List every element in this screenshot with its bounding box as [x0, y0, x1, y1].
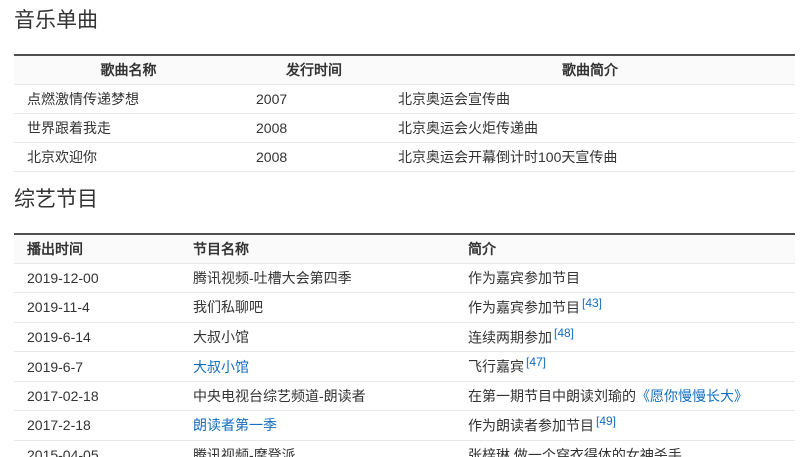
cell-intro: 在第一期节目中朗读刘瑜的《愿你慢慢长大》 — [455, 381, 795, 410]
column-header-intro: 简介 — [455, 234, 795, 264]
cell-air-date: 2017-2-18 — [14, 410, 180, 440]
cell-release-date: 2008 — [243, 143, 385, 172]
cell-program-name: 大叔小馆 — [180, 352, 455, 382]
music-singles-section: 音乐单曲 歌曲名称 发行时间 歌曲简介 点燃激情传递梦想 2007 北京奥运会宣… — [14, 9, 795, 172]
table-row: 2015-04-05 腾讯视频-摩登派 张梓琳 做一个穿衣得体的女神杀手 — [14, 440, 795, 457]
cell-program-name: 大叔小馆 — [180, 322, 455, 352]
music-section-title: 音乐单曲 — [14, 9, 795, 33]
table-row: 2017-02-18 中央电视台综艺频道-朗读者 在第一期节目中朗读刘瑜的《愿你… — [14, 381, 795, 410]
baike-content-page: 音乐单曲 歌曲名称 发行时间 歌曲简介 点燃激情传递梦想 2007 北京奥运会宣… — [0, 0, 810, 457]
table-row: 世界跟着我走 2008 北京奥运会火炬传递曲 — [14, 114, 795, 143]
cell-program-name: 朗读者第一季 — [180, 410, 455, 440]
cell-air-date: 2019-12-00 — [14, 264, 180, 293]
cell-program-name: 腾讯视频-摩登派 — [180, 440, 455, 457]
reference-link[interactable]: [48] — [554, 326, 574, 340]
variety-shows-table: 播出时间 节目名称 简介 2019-12-00 腾讯视频-吐槽大会第四季 作为嘉… — [14, 233, 795, 457]
cell-air-date: 2015-04-05 — [14, 440, 180, 457]
column-header-release-date: 发行时间 — [243, 55, 385, 85]
column-header-song-intro: 歌曲简介 — [385, 55, 795, 85]
cell-release-date: 2007 — [243, 85, 385, 114]
variety-shows-section: 综艺节目 播出时间 节目名称 简介 2019-12-00 腾讯视频-吐槽大会第四… — [14, 188, 795, 457]
cell-song-name: 世界跟着我走 — [14, 114, 243, 143]
cell-program-name: 腾讯视频-吐槽大会第四季 — [180, 264, 455, 293]
intro-text: 在第一期节目中朗读刘瑜的 — [468, 388, 636, 404]
reference-link[interactable]: [47] — [526, 355, 546, 369]
table-row: 北京欢迎你 2008 北京奥运会开幕倒计时100天宣传曲 — [14, 143, 795, 172]
table-row: 2019-6-7 大叔小馆 飞行嘉宾[47] — [14, 352, 795, 382]
cell-intro: 张梓琳 做一个穿衣得体的女神杀手 — [455, 440, 795, 457]
table-row: 2019-6-14 大叔小馆 连续两期参加[48] — [14, 322, 795, 352]
reference-link[interactable]: [43] — [582, 296, 602, 310]
variety-section-title: 综艺节目 — [14, 188, 795, 212]
cell-air-date: 2019-6-14 — [14, 322, 180, 352]
cell-song-intro: 北京奥运会宣传曲 — [385, 85, 795, 114]
table-row: 2017-2-18 朗读者第一季 作为朗读者参加节目[49] — [14, 410, 795, 440]
reference-link[interactable]: [49] — [596, 414, 616, 428]
table-row: 2019-11-4 我们私聊吧 作为嘉宾参加节目[43] — [14, 293, 795, 323]
table-row: 2019-12-00 腾讯视频-吐槽大会第四季 作为嘉宾参加节目 — [14, 264, 795, 293]
cell-air-date: 2019-11-4 — [14, 293, 180, 323]
cell-song-name: 点燃激情传递梦想 — [14, 85, 243, 114]
cell-intro: 飞行嘉宾[47] — [455, 352, 795, 382]
program-link[interactable]: 朗读者第一季 — [193, 417, 277, 433]
cell-song-name: 北京欢迎你 — [14, 143, 243, 172]
intro-text: 连续两期参加 — [468, 329, 552, 345]
cell-intro: 连续两期参加[48] — [455, 322, 795, 352]
column-header-air-date: 播出时间 — [14, 234, 180, 264]
intro-text: 作为朗读者参加节目 — [468, 418, 594, 434]
book-title-link[interactable]: 《愿你慢慢长大》 — [636, 388, 748, 404]
music-singles-table: 歌曲名称 发行时间 歌曲简介 点燃激情传递梦想 2007 北京奥运会宣传曲 世界… — [14, 54, 795, 172]
cell-program-name: 我们私聊吧 — [180, 293, 455, 323]
column-header-song-name: 歌曲名称 — [14, 55, 243, 85]
cell-program-name: 中央电视台综艺频道-朗读者 — [180, 381, 455, 410]
cell-intro: 作为朗读者参加节目[49] — [455, 410, 795, 440]
cell-song-intro: 北京奥运会开幕倒计时100天宣传曲 — [385, 143, 795, 172]
cell-air-date: 2019-6-7 — [14, 352, 180, 382]
cell-intro: 作为嘉宾参加节目 — [455, 264, 795, 293]
cell-release-date: 2008 — [243, 114, 385, 143]
table-header-row: 播出时间 节目名称 简介 — [14, 234, 795, 264]
intro-text: 作为嘉宾参加节目 — [468, 300, 580, 316]
column-header-program-name: 节目名称 — [180, 234, 455, 264]
table-row: 点燃激情传递梦想 2007 北京奥运会宣传曲 — [14, 85, 795, 114]
program-link[interactable]: 大叔小馆 — [193, 359, 249, 375]
table-header-row: 歌曲名称 发行时间 歌曲简介 — [14, 55, 795, 85]
cell-song-intro: 北京奥运会火炬传递曲 — [385, 114, 795, 143]
intro-text: 飞行嘉宾 — [468, 359, 524, 375]
cell-intro: 作为嘉宾参加节目[43] — [455, 293, 795, 323]
cell-air-date: 2017-02-18 — [14, 381, 180, 410]
